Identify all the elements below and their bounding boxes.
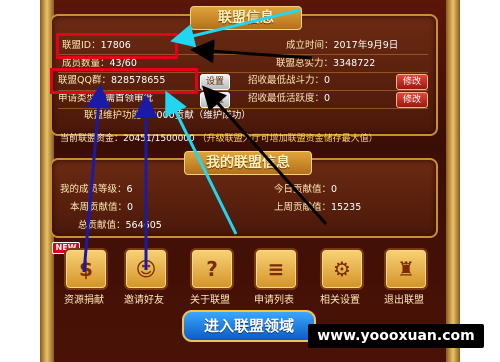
member-level-label: 我的成员等级： [60,184,127,195]
qq-group-highlight-box [50,68,198,94]
funds-label: 当前联盟资金： [60,134,124,144]
today-contribution-row: 今日贡献值：0 [274,184,337,196]
min-activity-label: 招收最低活跃度： [248,93,325,104]
action-label: 关于联盟 [190,295,230,306]
total-contribution-value: 564605 [125,220,162,231]
apply-type-label: 申请类型： [58,93,106,104]
min-activity-edit-button[interactable]: 修改 [396,92,428,108]
gear-icon: ⚙ [333,257,351,281]
action-label: 资源捐献 [64,295,104,306]
maintenance-value: 0000贡献（维护成功） [150,110,251,121]
min-power-label: 招收最低战斗力： [248,75,325,86]
enter-alliance-domain-button[interactable]: 进入联盟领域 [182,310,316,342]
founded-label: 成立时间： [286,40,334,51]
member-level-value: 6 [126,184,133,195]
action-button-0[interactable]: $ [64,248,108,290]
castle-exit-icon: ♜ [397,257,415,281]
member-level-row: 我的成员等级：6 [60,184,133,196]
min-power-row: 招收最低战斗力：0 [248,75,330,87]
weekly-contribution-row: 本周贡献值：0 [70,202,133,214]
founded-value: 2017年9月9日 [333,40,399,51]
total-power-value: 3348722 [333,58,376,69]
action-label: 相关设置 [320,295,360,306]
funds-value: 20451/1500000 [123,134,195,144]
action-button-1[interactable]: ☺ [124,248,168,290]
founded-row: 成立时间：2017年9月9日 [286,40,398,52]
min-activity-row: 招收最低活跃度：0 [248,93,330,105]
today-contribution-label: 今日贡献值： [274,184,332,195]
last-week-row: 上周贡献值：15235 [274,202,361,214]
weekly-contribution-label: 本周贡献值： [70,202,128,213]
right-border [446,0,460,362]
action-label: 申请列表 [254,295,294,306]
funds-row: 当前联盟资金：20451/1500000 （升级联盟大厅可增加联盟资金储存最大值… [60,133,378,145]
action-label: 邀请好友 [124,295,164,306]
total-power-row: 联盟总实力：3348722 [276,58,375,70]
last-week-value: 15235 [331,202,362,213]
total-power-label: 联盟总实力： [276,58,334,69]
weekly-contribution-value: 0 [127,202,134,213]
action-button-5[interactable]: ♜ [384,248,428,290]
maintenance-label: 联盟维护功能： [84,110,151,121]
apply-type-row: 申请类型：需首领审批 [58,93,153,105]
scroll-list-icon: ≡ [267,257,285,281]
min-power-value: 0 [324,75,331,86]
action-button-4[interactable]: ⚙ [320,248,364,290]
coin-bag-icon: $ [79,257,93,281]
last-week-label: 上周贡献值： [274,202,332,213]
min-power-edit-button[interactable]: 修改 [396,74,428,90]
my-info-title: 我的联盟信息 [184,151,312,175]
action-label: 退出联盟 [384,295,424,306]
funds-hint: （升级联盟大厅可增加联盟资金储存最大值） [197,134,378,144]
today-contribution-value: 0 [331,184,338,195]
watermark: www.yoooxuan.com [308,324,484,348]
total-contribution-row: 总贡献值：564605 [78,220,162,232]
question-icon: ? [206,257,218,281]
action-button-3[interactable]: ≡ [254,248,298,290]
qq-group-set-button[interactable]: 设置 [200,74,230,90]
alliance-info-title: 联盟信息 [190,6,302,30]
row-divider [58,108,428,109]
action-button-2[interactable]: ? [190,248,234,290]
maintenance-row: 联盟维护功能：0000贡献（维护成功） [84,110,251,122]
apply-type-value: 需首领审批 [105,93,154,104]
alliance-id-highlight-box [56,33,178,59]
invite-friends-icon: ☺ [135,257,157,281]
total-contribution-label: 总贡献值： [78,220,126,231]
min-activity-value: 0 [324,93,331,104]
apply-type-set-button[interactable]: 设置 [200,92,230,108]
